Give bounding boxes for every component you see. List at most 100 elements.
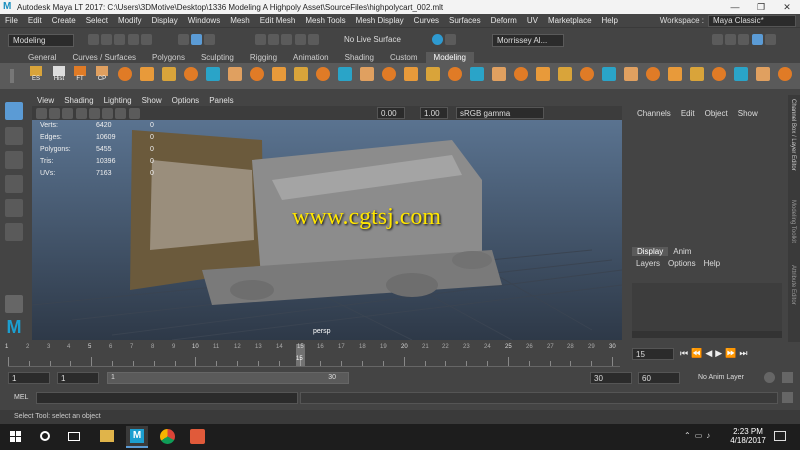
start-time-field[interactable]: 1 xyxy=(8,372,50,384)
playback-end-field[interactable]: 30 xyxy=(590,372,632,384)
pause-icon[interactable] xyxy=(445,34,457,45)
xray-icon[interactable] xyxy=(128,108,140,119)
wireframe-icon[interactable] xyxy=(62,108,74,119)
lighting-icon[interactable] xyxy=(102,108,114,119)
go-to-end-icon[interactable]: ⏭ xyxy=(739,348,750,358)
save-scene-icon[interactable] xyxy=(114,34,126,45)
shelf-plane-icon[interactable] xyxy=(206,67,220,81)
tab-polygons[interactable]: Polygons xyxy=(144,52,193,63)
tab-rigging[interactable]: Rigging xyxy=(242,52,285,63)
select-hierarchy-icon[interactable] xyxy=(178,34,189,45)
menu-surfaces[interactable]: Surfaces xyxy=(444,16,486,25)
select-object-icon[interactable] xyxy=(191,34,203,45)
menu-deform[interactable]: Deform xyxy=(486,16,522,25)
playhead[interactable]: 15 xyxy=(296,344,305,366)
menu-mesh[interactable]: Mesh xyxy=(225,16,255,25)
shelf-merge-icon[interactable] xyxy=(536,67,550,81)
tab-sculpting[interactable]: Sculpting xyxy=(193,52,242,63)
select-component-icon[interactable] xyxy=(204,34,216,45)
shelf-handle[interactable] xyxy=(10,69,14,83)
character-set-icon[interactable] xyxy=(764,372,775,383)
open-scene-icon[interactable] xyxy=(101,34,113,45)
mel-input[interactable] xyxy=(36,392,298,404)
end-time-field[interactable]: 60 xyxy=(638,372,680,384)
time-slider[interactable]: 1 5 10 15 20 25 30 2 3 4 6 7 8 9 11 12 13 14 16 17 18 19 21 22 2… xyxy=(0,342,800,368)
menu-curves[interactable]: Curves xyxy=(409,16,444,25)
modeling-toolkit-icon[interactable] xyxy=(712,34,723,45)
playback-start-field[interactable]: 1 xyxy=(57,372,99,384)
shelf-target-weld-icon[interactable] xyxy=(624,67,638,81)
vp-menu-view[interactable]: View xyxy=(32,96,59,105)
shelf-quad-draw-icon[interactable] xyxy=(668,67,682,81)
shelf-es-button[interactable]: ES xyxy=(28,66,44,86)
layer-scrollbar[interactable] xyxy=(632,331,782,338)
shelf-extract-icon[interactable] xyxy=(426,67,440,81)
vp-menu-shading[interactable]: Shading xyxy=(59,96,98,105)
system-tray-icons[interactable]: ⌃▭♪ xyxy=(684,431,714,440)
shelf-platonic-icon[interactable] xyxy=(338,67,352,81)
range-slider[interactable]: 1 30 xyxy=(107,372,349,384)
menu-marketplace[interactable]: Marketplace xyxy=(543,16,597,25)
shelf-insert-edge-icon[interactable] xyxy=(602,67,616,81)
shelf-prism-icon[interactable] xyxy=(360,67,374,81)
smooth-shade-icon[interactable] xyxy=(75,108,87,119)
channel-box-icon[interactable] xyxy=(751,34,763,45)
shelf-cp-button[interactable]: CP xyxy=(94,66,110,86)
tab-general[interactable]: General xyxy=(20,52,64,63)
tool-settings-icon[interactable] xyxy=(738,34,750,45)
channel-box-layer-editor-tab[interactable]: Channel Box / Layer Editor xyxy=(790,99,796,171)
camera-icon[interactable] xyxy=(36,108,47,119)
shelf-cone-icon[interactable] xyxy=(184,67,198,81)
snap-surface-icon[interactable] xyxy=(307,34,319,45)
mode-dropdown[interactable]: Modeling xyxy=(8,34,74,47)
tab-shading[interactable]: Shading xyxy=(337,52,382,63)
shelf-sculpt-icon[interactable] xyxy=(734,67,748,81)
shelf-boolean-icon[interactable] xyxy=(778,67,792,81)
shelf-uv-editor-icon[interactable] xyxy=(690,67,704,81)
step-forward-key-icon[interactable]: ⏩ xyxy=(725,348,739,358)
shelf-fill-hole-icon[interactable] xyxy=(580,67,594,81)
vp-menu-panels[interactable]: Panels xyxy=(204,96,238,105)
shelf-soccer-ball-icon[interactable] xyxy=(316,67,330,81)
attribute-editor-tab[interactable]: Attribute Editor xyxy=(790,265,796,305)
maximize-button[interactable]: ❐ xyxy=(748,2,774,13)
shelf-bridge-icon[interactable] xyxy=(470,67,484,81)
shelf-smooth-icon[interactable] xyxy=(448,67,462,81)
shelf-disc-icon[interactable] xyxy=(250,67,264,81)
menu-modify[interactable]: Modify xyxy=(113,16,147,25)
current-frame-field[interactable]: 15 xyxy=(632,348,674,360)
new-scene-icon[interactable] xyxy=(88,34,99,45)
grid-icon[interactable] xyxy=(49,108,61,119)
workspace-dropdown[interactable]: Maya Classic* xyxy=(708,14,796,27)
layer-options-menu[interactable]: Options xyxy=(664,259,700,268)
tab-display-layers[interactable]: Display xyxy=(632,247,669,256)
shelf-ft-button[interactable]: FT xyxy=(72,66,88,86)
file-explorer-icon[interactable] xyxy=(100,430,114,442)
vp-menu-lighting[interactable]: Lighting xyxy=(99,96,137,105)
menu-display[interactable]: Display xyxy=(147,16,183,25)
animation-prefs-icon[interactable] xyxy=(782,372,793,383)
live-surface-label[interactable]: No Live Surface xyxy=(344,35,401,44)
step-back-key-icon[interactable]: ⏪ xyxy=(691,348,705,358)
paint-select-tool-icon[interactable] xyxy=(5,151,23,169)
gamma-field[interactable]: 1.00 xyxy=(420,107,448,119)
render-icon[interactable] xyxy=(432,34,443,45)
minimize-button[interactable]: — xyxy=(722,2,748,12)
tab-modeling[interactable]: Modeling xyxy=(425,52,474,63)
channel-edit-menu[interactable]: Edit xyxy=(676,109,700,118)
colorspace-dropdown[interactable]: sRGB gamma xyxy=(456,107,544,119)
menu-uv[interactable]: UV xyxy=(522,16,543,25)
shelf-append-icon[interactable] xyxy=(558,67,572,81)
lasso-tool-icon[interactable] xyxy=(5,127,23,145)
cortana-search-icon[interactable] xyxy=(40,431,50,441)
anim-layer-dropdown[interactable]: No Anim Layer xyxy=(698,374,744,381)
chrome-icon[interactable] xyxy=(160,429,175,444)
recorder-app-icon[interactable] xyxy=(190,429,205,444)
shelf-bevel-icon[interactable] xyxy=(514,67,528,81)
user-account-dropdown[interactable]: Morrissey Al... xyxy=(492,34,564,47)
task-view-icon[interactable] xyxy=(68,432,80,441)
vp-menu-show[interactable]: Show xyxy=(137,96,167,105)
channels-menu[interactable]: Channels xyxy=(632,109,676,118)
redo-icon[interactable] xyxy=(140,34,152,45)
vp-menu-options[interactable]: Options xyxy=(167,96,205,105)
